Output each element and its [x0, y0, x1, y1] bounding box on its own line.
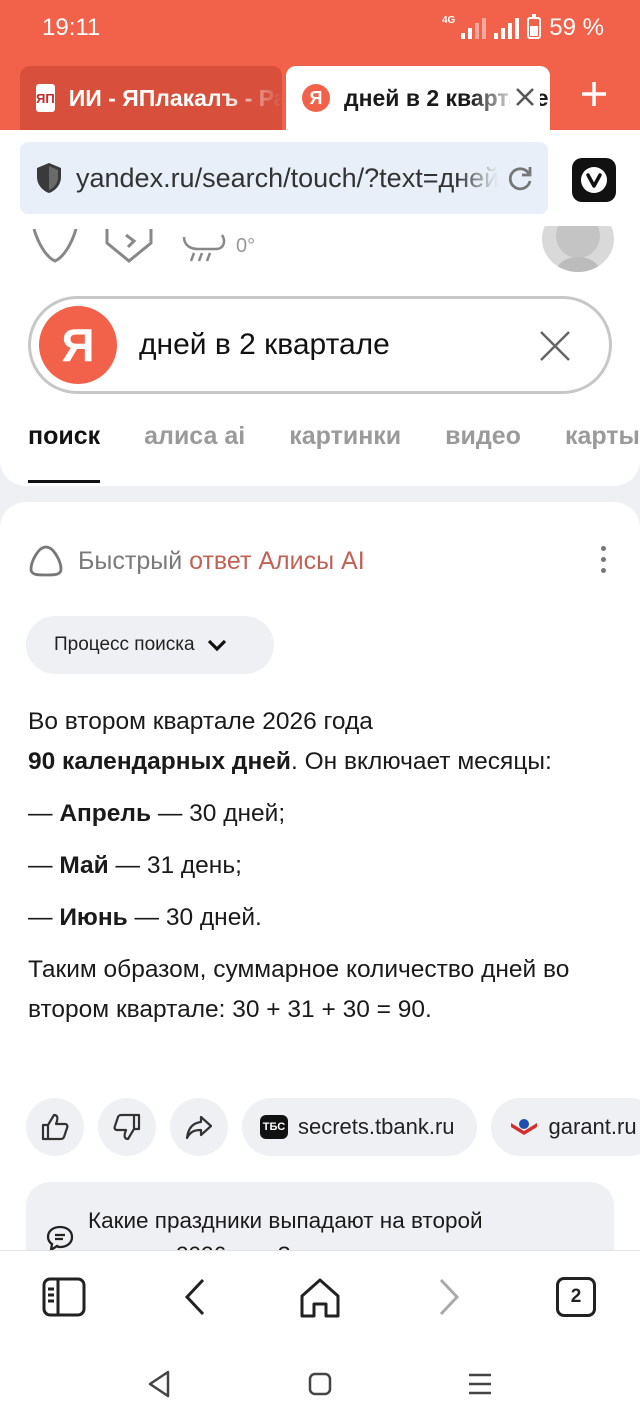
dislike-button[interactable]	[98, 1098, 156, 1156]
alice-answer-card: Быстрый ответ Алисы AI Процесс поиска Во…	[0, 502, 640, 1250]
browser-top: 19:11 4G 59 % ЯП ИИ - ЯПлакалъ - Рабочая…	[0, 0, 640, 130]
shield-icon	[37, 163, 61, 193]
yandex-favicon: Я	[302, 84, 330, 112]
alice-icon	[29, 545, 63, 577]
avatar[interactable]	[542, 226, 614, 272]
like-button[interactable]	[26, 1098, 84, 1156]
rain-cloud-icon	[182, 234, 226, 262]
thumbs-up-icon	[41, 1113, 69, 1141]
source-label: garant.ru	[548, 1114, 637, 1139]
search-box[interactable]: Я дней в 2 квартале	[28, 296, 612, 394]
signal-icon-2	[494, 17, 520, 39]
tab-search[interactable]: поиск	[28, 422, 101, 483]
tab-yaplakal[interactable]: ЯП ИИ - ЯПлакалъ - Рабочая	[20, 66, 282, 130]
service-icons: 0°	[30, 226, 255, 266]
address-bar-row: yandex.ru/search/touch/?text=дней	[0, 130, 640, 226]
home-icon	[300, 1278, 340, 1318]
related-question[interactable]: Какие праздники выпадают на второй кварт…	[26, 1182, 614, 1250]
yandex-logo[interactable]: Я	[39, 306, 117, 384]
status-bar: 19:11 4G 59 %	[0, 0, 640, 58]
tab-maps[interactable]: карты	[565, 422, 640, 451]
clear-search-icon[interactable]	[539, 330, 571, 362]
tab-video[interactable]: видео	[445, 422, 521, 451]
share-button[interactable]	[170, 1098, 228, 1156]
panel-button[interactable]	[42, 1275, 86, 1319]
share-icon	[185, 1115, 213, 1140]
browser-toolbar: 2	[0, 1250, 640, 1342]
source-label: secrets.tbank.ru	[298, 1114, 455, 1139]
search-query[interactable]: дней в 2 квартале	[139, 328, 390, 362]
home-button[interactable]	[298, 1275, 342, 1319]
battery-icon	[527, 14, 542, 39]
month-item: — Май — 31 день;	[28, 852, 242, 879]
source-chip[interactable]: ТБС secrets.tbank.ru	[242, 1098, 477, 1156]
search-header: 0° Я дней в 2 квартале поиск алиса ai ка…	[0, 226, 640, 486]
url-text: yandex.ru/search/touch/?text=дней	[76, 162, 500, 193]
chat-bubble-icon	[46, 1225, 74, 1250]
vivaldi-menu-icon[interactable]	[572, 158, 616, 202]
system-nav-bar	[0, 1342, 640, 1423]
new-tab-button[interactable]	[574, 74, 614, 114]
panel-icon	[42, 1277, 86, 1317]
answer-actions: ТБС secrets.tbank.ru garant.ru	[26, 1098, 640, 1156]
answer-header: Быстрый ответ Алисы AI	[28, 544, 365, 578]
network-type: 4G	[441, 14, 456, 26]
related-question-text: Какие праздники выпадают на второй кварт…	[88, 1208, 483, 1250]
tab-count: 2	[556, 1277, 596, 1317]
status-time: 19:11	[42, 14, 101, 41]
reload-icon[interactable]	[504, 162, 536, 194]
close-tab-icon[interactable]	[510, 82, 540, 112]
chevron-down-icon	[207, 639, 226, 652]
chevron-right-icon	[439, 1278, 460, 1316]
yaplakal-favicon: ЯП	[36, 84, 55, 112]
month-item: — Апрель — 30 дней;	[28, 800, 286, 827]
answer-intro: Во втором квартале 2026 года 90 календарн…	[28, 708, 552, 775]
hexagon-icon[interactable]	[104, 229, 154, 263]
tab-title: ИИ - ЯПлакалъ - Рабочая	[68, 84, 282, 111]
tbank-icon: ТБС	[260, 1115, 288, 1139]
answer-summary: Таким образом, суммарное количество дней…	[28, 956, 570, 1023]
garant-icon	[510, 1119, 537, 1135]
signal-icon	[461, 17, 487, 39]
tab-alice-ai[interactable]: алиса ai	[144, 422, 245, 451]
search-process-button[interactable]: Процесс поиска	[26, 616, 274, 674]
forward-button[interactable]	[428, 1275, 472, 1319]
chevron-left-icon	[184, 1278, 205, 1316]
nav-recents-icon[interactable]	[464, 1368, 496, 1400]
search-results-page: 0° Я дней в 2 квартале поиск алиса ai ка…	[0, 226, 640, 1250]
process-label: Процесс поиска	[54, 634, 195, 655]
answer-title: Быстрый ответ Алисы AI	[78, 546, 365, 575]
battery-level: 59 %	[549, 14, 604, 41]
nav-home-icon[interactable]	[304, 1368, 336, 1400]
tabs-button[interactable]: 2	[554, 1275, 598, 1319]
tab-yandex-search[interactable]: Я дней в 2 квартале	[286, 66, 550, 130]
more-options-icon[interactable]	[601, 546, 606, 573]
weather-temp: 0°	[236, 234, 256, 257]
answer-text: Во втором квартале 2026 года 90 календарн…	[28, 702, 618, 1042]
month-item: — Июнь — 30 дней.	[28, 904, 262, 931]
address-bar[interactable]: yandex.ru/search/touch/?text=дней	[20, 142, 548, 214]
source-chip[interactable]: garant.ru	[490, 1098, 640, 1156]
nav-back-icon[interactable]	[144, 1368, 176, 1400]
thumbs-down-icon	[113, 1113, 141, 1141]
back-button[interactable]	[172, 1275, 216, 1319]
shield-outline-icon[interactable]	[30, 229, 80, 263]
search-tabs: поиск алиса ai картинки видео карты	[28, 422, 640, 483]
tab-images[interactable]: картинки	[289, 422, 401, 451]
